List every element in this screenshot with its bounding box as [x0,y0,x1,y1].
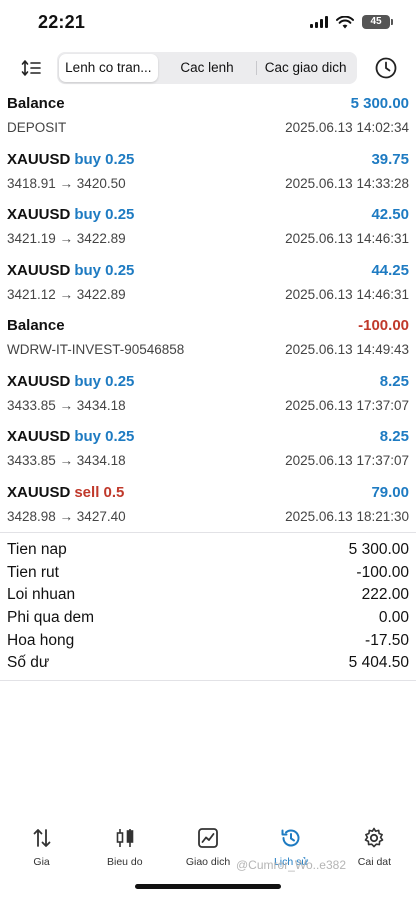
row-time: 2025.06.13 14:33:28 [285,175,409,191]
row-profit: 39.75 [371,150,409,168]
tab-deals[interactable]: Cac giao dich [256,54,355,82]
history-row[interactable]: Balance 5 300.00 DEPOSIT 2025.06.13 14:0… [0,92,416,148]
arrows-updown-icon [33,829,50,847]
summary-balance: Số dư 5 404.50 [7,652,409,675]
wifi-icon [336,15,354,28]
watermark: @Cumror_Wo..e382 [236,858,347,872]
row-symbol: Balance [7,95,65,112]
history-icon [281,829,300,847]
nav-quotes[interactable]: Gia [0,818,83,878]
history-row[interactable]: XAUUSD buy 0.25 8.25 3433.85 → 3434.18 20… [0,425,416,481]
summary-value: 5 404.50 [348,654,409,672]
row-side: buy 0.25 [74,206,135,223]
segmented-control: Lenh co tran... Cac lenh Cac giao dich [57,52,357,84]
row-time: 2025.06.13 14:46:31 [285,231,409,246]
gear-icon [365,827,384,848]
summary-value: -100.00 [356,563,409,581]
row-time: 2025.06.13 18:21:30 [285,508,409,524]
row-profit: 5 300.00 [350,95,409,112]
row-symbol: XAUUSD [7,150,71,168]
summary-value: 5 300.00 [348,541,409,559]
row-symbol: Balance [7,317,65,334]
bottom-nav: Gia Bieu do Giao dich Lịch sử Cai dat [0,818,416,878]
summary-swap: Phi qua dem 0.00 [7,607,409,630]
tab-orders[interactable]: Cac lenh [158,54,257,82]
row-side: sell 0.5 [74,483,125,501]
nav-label: Cai dat [357,856,392,868]
status-indicators: 45 [310,15,393,29]
row-symbol: XAUUSD [7,372,71,390]
summary-label: Hoa hong [7,631,75,649]
row-profit: 8.25 [379,428,409,445]
summary-value: -17.50 [365,631,409,649]
row-time: 2025.06.13 14:02:34 [285,120,409,135]
row-profit: 44.25 [371,261,409,279]
row-side: buy 0.25 [74,150,135,168]
nav-label: Giao dich [185,856,231,868]
row-detail: WDRW-IT-INVEST-90546858 [7,342,185,357]
history-row[interactable]: XAUUSD sell 0.5 79.00 3428.98 → 3427.40 2… [0,481,416,537]
summary-label: Số dư [7,654,50,672]
row-symbol: XAUUSD [7,261,71,279]
sort-button[interactable] [18,56,44,80]
cellular-signal-icon [310,16,328,28]
summary-value: 0.00 [378,609,409,627]
row-side: buy 0.25 [74,428,135,445]
summary-label: Loi nhuan [7,586,76,604]
row-detail: 3428.98 → 3427.40 [7,508,126,524]
row-symbol: XAUUSD [7,206,71,223]
summary-withdrawal: Tien rut -100.00 [7,562,409,585]
summary-label: Phi qua dem [7,609,95,627]
history-list: Balance 5 300.00 DEPOSIT 2025.06.13 14:0… [0,92,416,536]
trade-chart-icon [198,828,218,848]
history-row[interactable]: XAUUSD buy 0.25 39.75 3418.91 → 3420.50 2… [0,148,416,204]
sort-icon [21,60,41,76]
status-bar: 22:21 45 [0,0,416,48]
nav-label: Bieu do [106,856,143,868]
summary-profit: Loi nhuan 222.00 [7,584,409,607]
tab-positions[interactable]: Lenh co tran... [59,54,158,82]
row-side: buy 0.25 [74,261,135,279]
row-symbol: XAUUSD [7,483,71,501]
clock-icon[interactable] [374,56,398,80]
row-detail: DEPOSIT [7,120,67,135]
summary-commission: Hoa hong -17.50 [7,629,409,652]
row-symbol: XAUUSD [7,428,71,445]
row-time: 2025.06.13 14:49:43 [285,342,409,357]
history-row[interactable]: XAUUSD buy 0.25 42.50 3421.19 → 3422.89 2… [0,203,416,259]
nav-chart[interactable]: Bieu do [83,818,166,878]
row-time: 2025.06.13 17:37:07 [285,453,409,468]
history-row[interactable]: XAUUSD buy 0.25 8.25 3433.85 → 3434.18 20… [0,370,416,426]
toolbar: Lenh co tran... Cac lenh Cac giao dich [0,50,416,86]
history-row[interactable]: Balance -100.00 WDRW-IT-INVEST-90546858 … [0,314,416,370]
row-detail: 3433.85 → 3434.18 [7,453,126,468]
row-side: buy 0.25 [74,372,135,390]
row-profit: 8.25 [379,372,409,390]
row-profit: 79.00 [371,483,409,501]
row-detail: 3418.91 → 3420.50 [7,175,126,191]
status-time: 22:21 [38,12,86,32]
row-detail: 3421.12 → 3422.89 [7,286,126,302]
summary-panel: Tien nap 5 300.00 Tien rut -100.00 Loi nhu… [0,532,416,681]
row-detail: 3421.19 → 3422.89 [7,231,126,246]
summary-value: 222.00 [361,586,409,604]
summary-deposit: Tien nap 5 300.00 [7,539,409,562]
row-profit: 42.50 [371,206,409,223]
candlestick-icon [116,829,134,847]
history-row[interactable]: XAUUSD buy 0.25 44.25 3421.12 → 3422.89 2… [0,259,416,315]
row-time: 2025.06.13 17:37:07 [285,397,409,413]
home-indicator [135,884,281,889]
nav-label: Gia [33,856,50,868]
row-time: 2025.06.13 14:46:31 [285,286,409,302]
row-detail: 3433.85 → 3434.18 [7,397,126,413]
battery-indicator: 45 [362,15,393,29]
summary-label: Tien rut [7,563,59,581]
summary-label: Tien nap [7,541,67,559]
row-profit: -100.00 [358,317,409,334]
